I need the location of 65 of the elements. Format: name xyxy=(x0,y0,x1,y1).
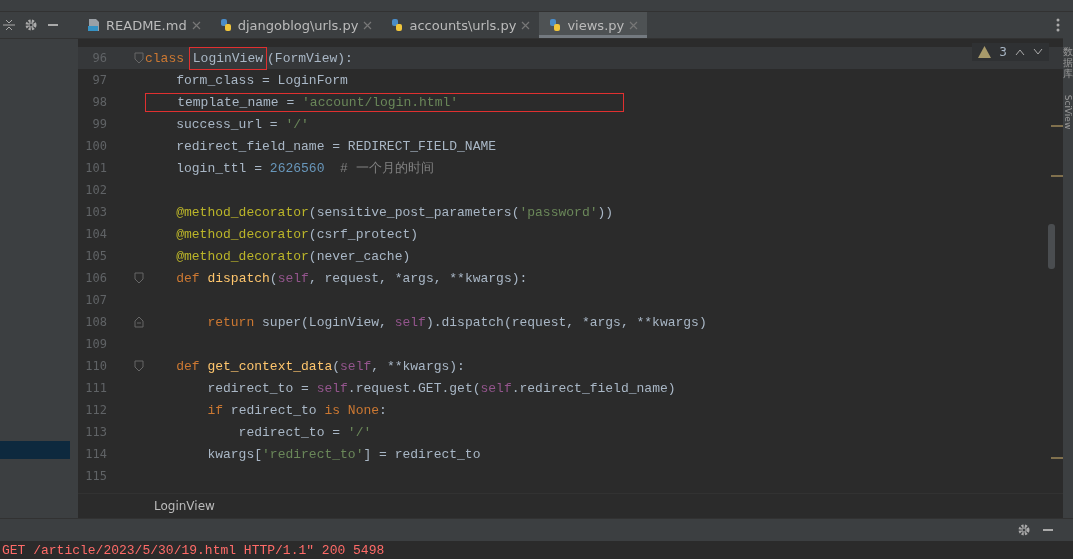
line-number: 99 xyxy=(91,117,107,131)
line-number: 115 xyxy=(84,469,107,483)
scrollbar-thumb[interactable] xyxy=(1048,224,1055,269)
collapse-icon[interactable] xyxy=(2,18,16,32)
code-line: @method_decorator(never_cache) xyxy=(175,247,411,265)
line-number: 112 xyxy=(84,403,107,417)
line-number: 97 xyxy=(91,73,107,87)
chevron-up-icon[interactable] xyxy=(1015,48,1025,56)
close-icon[interactable] xyxy=(191,20,201,30)
line-number: 106 xyxy=(84,271,107,285)
line-number: 108 xyxy=(84,315,107,329)
line-number: 102 xyxy=(84,183,107,197)
close-icon[interactable] xyxy=(629,20,639,30)
markdown-file-icon xyxy=(87,18,101,32)
code-line: redirect_to = '/' xyxy=(237,423,372,441)
line-number: 113 xyxy=(84,425,107,439)
code-line: def dispatch(self, request, *args, **kwargs): xyxy=(175,269,528,287)
warning-marker[interactable] xyxy=(1051,457,1063,459)
code-line: redirect_to = self.request.GET.get(self.redirect_field_name) xyxy=(206,379,676,397)
line-number: 114 xyxy=(84,447,107,461)
settings-icon[interactable] xyxy=(1017,523,1031,537)
editor-tab[interactable]: djangoblog\urls.py xyxy=(209,12,382,38)
code-line: form_class = LoginForm xyxy=(175,71,348,89)
line-number: 109 xyxy=(84,337,107,351)
inspection-widget[interactable]: 3 xyxy=(972,43,1049,61)
code-line: if redirect_to is None: xyxy=(206,401,387,419)
code-line: return super(LoginView, self).dispatch(request, *args, **kwargs) xyxy=(206,313,707,331)
settings-icon[interactable] xyxy=(24,18,38,32)
log-line: GET /article/2023/5/30/19.html HTTP/1.1" 200 5498 xyxy=(2,542,385,558)
line-number: 100 xyxy=(84,139,107,153)
python-file-icon xyxy=(218,18,233,32)
code-line: kwargs['redirect_to'] = redirect_to xyxy=(206,445,481,463)
line-number: 107 xyxy=(84,293,107,307)
editor-tab[interactable]: views.py xyxy=(539,12,648,38)
warning-marker[interactable] xyxy=(1051,175,1063,177)
code-line: @method_decorator(sensitive_post_parameters('password')) xyxy=(175,203,614,221)
chevron-down-icon[interactable] xyxy=(1033,48,1043,56)
warning-count: 3 xyxy=(999,45,1007,59)
line-number: 110 xyxy=(84,359,107,373)
close-icon[interactable] xyxy=(363,20,373,30)
code-line: class LoginView (FormView): xyxy=(145,49,353,67)
side-tool-label[interactable]: SciView xyxy=(1063,94,1073,130)
python-file-icon xyxy=(390,18,405,32)
line-number: 105 xyxy=(84,249,107,263)
close-icon[interactable] xyxy=(521,20,531,30)
editor-tab[interactable]: README.md xyxy=(78,12,210,38)
code-line: success_url = '/' xyxy=(175,115,309,133)
line-number: 98 xyxy=(91,95,107,109)
editor-tab[interactable]: accounts\urls.py xyxy=(381,12,540,38)
line-number: 101 xyxy=(84,161,107,175)
fold-icon[interactable] xyxy=(134,360,144,372)
fold-icon[interactable] xyxy=(134,52,144,64)
fold-icon[interactable] xyxy=(134,316,144,328)
breadcrumb[interactable]: LoginView xyxy=(154,499,215,513)
line-number: 111 xyxy=(84,381,107,395)
side-tool-label[interactable]: 数据库 xyxy=(1063,46,1073,79)
fold-icon[interactable] xyxy=(134,272,144,284)
code-line: def get_context_data(self, **kwargs): xyxy=(175,357,465,375)
warning-icon xyxy=(978,46,992,58)
python-file-icon xyxy=(548,18,563,32)
code-line: redirect_field_name = REDIRECT_FIELD_NAME xyxy=(175,137,497,155)
warning-marker[interactable] xyxy=(1051,125,1063,127)
line-number: 103 xyxy=(84,205,107,219)
code-line: @method_decorator(csrf_protect) xyxy=(175,225,419,243)
line-number: 104 xyxy=(84,227,107,241)
